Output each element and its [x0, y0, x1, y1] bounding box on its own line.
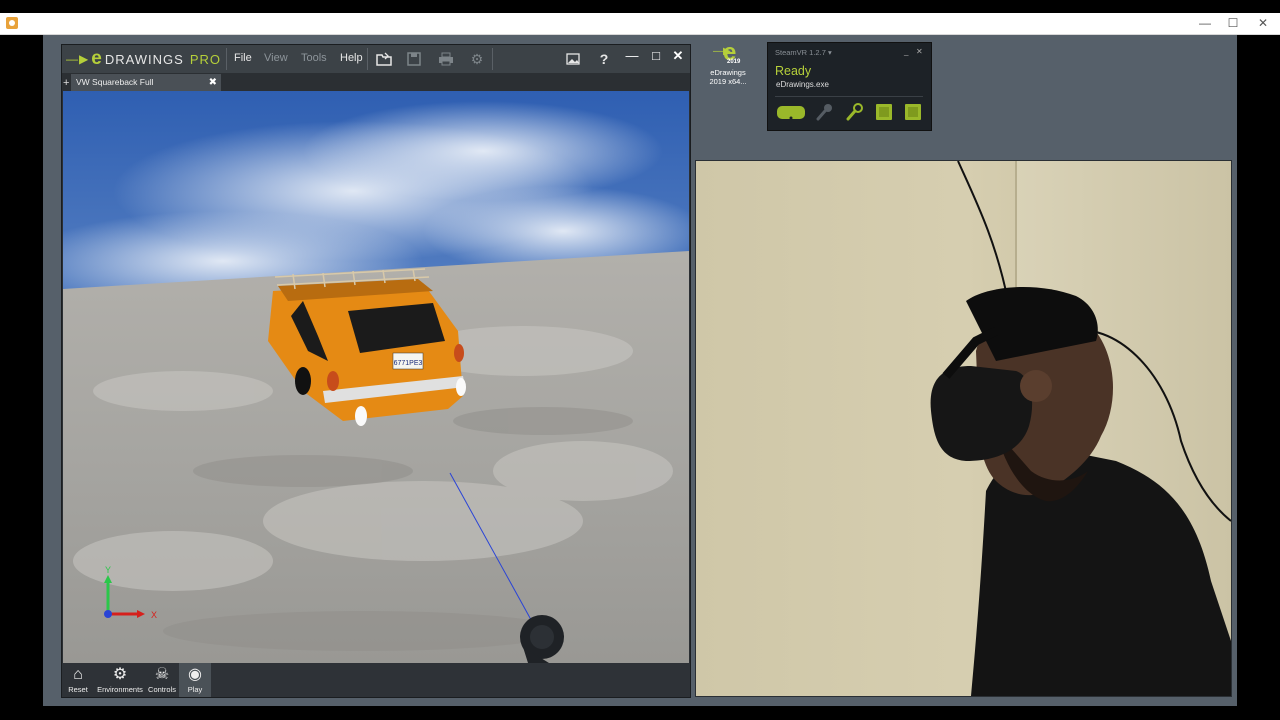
environments-label: Environments	[97, 685, 143, 694]
base-station-icon[interactable]	[875, 103, 893, 121]
new-tab-icon[interactable]: +	[63, 78, 69, 89]
close-icon[interactable]: ✕	[1251, 15, 1275, 32]
base-station-icon[interactable]	[904, 103, 922, 121]
bottom-letterbox	[0, 706, 1280, 720]
document-tabbar: + VW Squareback Full Assembly.SLDASM ✖	[62, 73, 690, 104]
minimize-icon[interactable]: —	[1193, 15, 1217, 32]
axis-y-label: Y	[105, 565, 111, 575]
steamvr-close-icon[interactable]: ✕	[916, 47, 923, 56]
edrawings-logo: —▶ e DRAWINGS PRO	[66, 48, 222, 69]
steamvr-title[interactable]: SteamVR 1.2.7 ▾	[775, 48, 832, 57]
3d-viewport[interactable]: 6771PE3 X Y	[63, 91, 689, 663]
top-letterbox	[0, 0, 1280, 13]
app-icon	[6, 17, 18, 29]
logo-e-icon: e	[91, 48, 103, 69]
shortcut-label-line2: 2019 x64...	[709, 77, 747, 86]
toolbar-separator	[367, 48, 368, 70]
toolbar-separator	[492, 48, 493, 70]
menu-file[interactable]: File	[234, 52, 252, 64]
microphone-icon[interactable]	[816, 103, 834, 121]
print-icon[interactable]	[437, 50, 455, 68]
gear-icon: ⚙	[112, 666, 128, 683]
maximize-icon[interactable]: ☐	[1221, 15, 1245, 32]
axis-x-label: X	[151, 610, 157, 620]
license-plate: 6771PE3	[394, 360, 423, 367]
logo-edition: PRO	[189, 51, 222, 67]
environments-button[interactable]: ⚙ Environments	[95, 663, 145, 697]
outer-window-titlebar: — ☐ ✕	[0, 13, 1280, 35]
edrawings-shortcut-icon: —▶ e 2019	[713, 39, 741, 66]
play-headset-icon: ◉	[188, 666, 202, 683]
shortcut-label-line1: eDrawings	[710, 68, 746, 77]
headset-icon[interactable]	[776, 103, 806, 121]
steamvr-window: SteamVR 1.2.7 ▾ _ ✕ Ready eDrawings.exe	[767, 42, 932, 131]
controls-label: Controls	[148, 685, 176, 694]
steamvr-minimize-icon[interactable]: _	[904, 47, 908, 56]
play-label: Play	[187, 685, 203, 694]
steamvr-status: Ready	[775, 64, 812, 78]
vr-bottom-toolbar: ⌂ Reset ⚙ Environments ☠ Controls ◉ Play	[62, 663, 690, 697]
controller-icon[interactable]	[846, 103, 864, 121]
open-icon[interactable]	[375, 50, 393, 68]
home-icon: ⌂	[73, 666, 83, 683]
edrawings-minimize-icon[interactable]: —	[622, 47, 642, 65]
play-button[interactable]: ◉ Play	[179, 663, 211, 697]
document-tab[interactable]: VW Squareback Full Assembly.SLDASM ✖	[71, 74, 221, 104]
image-icon[interactable]	[564, 50, 582, 68]
webcam-feed	[695, 160, 1232, 697]
menu-tools[interactable]: Tools	[301, 52, 327, 64]
help-icon[interactable]: ?	[595, 50, 613, 68]
menu-help[interactable]: Help	[340, 52, 363, 64]
edrawings-window: —▶ e DRAWINGS PRO File View Tools Help ⚙…	[61, 44, 691, 698]
shortcut-year: 2019	[727, 59, 741, 65]
edrawings-toolbar: —▶ e DRAWINGS PRO File View Tools Help ⚙…	[62, 45, 690, 73]
controls-icon: ☠	[154, 666, 170, 683]
edrawings-desktop-shortcut[interactable]: —▶ e 2019 eDrawings 2019 x64...	[704, 39, 752, 92]
options-icon[interactable]: ⚙	[468, 50, 486, 68]
toolbar-separator	[226, 48, 227, 70]
controls-button[interactable]: ☠ Controls	[146, 663, 178, 697]
tab-close-icon[interactable]: ✖	[209, 74, 217, 91]
menu-view[interactable]: View	[264, 52, 288, 64]
reset-label: Reset	[68, 685, 88, 694]
edrawings-maximize-icon[interactable]: □	[646, 47, 666, 65]
reset-button[interactable]: ⌂ Reset	[63, 663, 93, 697]
save-icon[interactable]	[405, 50, 423, 68]
steamvr-divider	[775, 96, 923, 97]
logo-arrow-icon: —▶	[66, 52, 90, 66]
logo-brand: DRAWINGS	[104, 51, 184, 67]
edrawings-close-icon[interactable]: ✕	[668, 47, 688, 65]
steamvr-running-app: eDrawings.exe	[776, 80, 829, 89]
